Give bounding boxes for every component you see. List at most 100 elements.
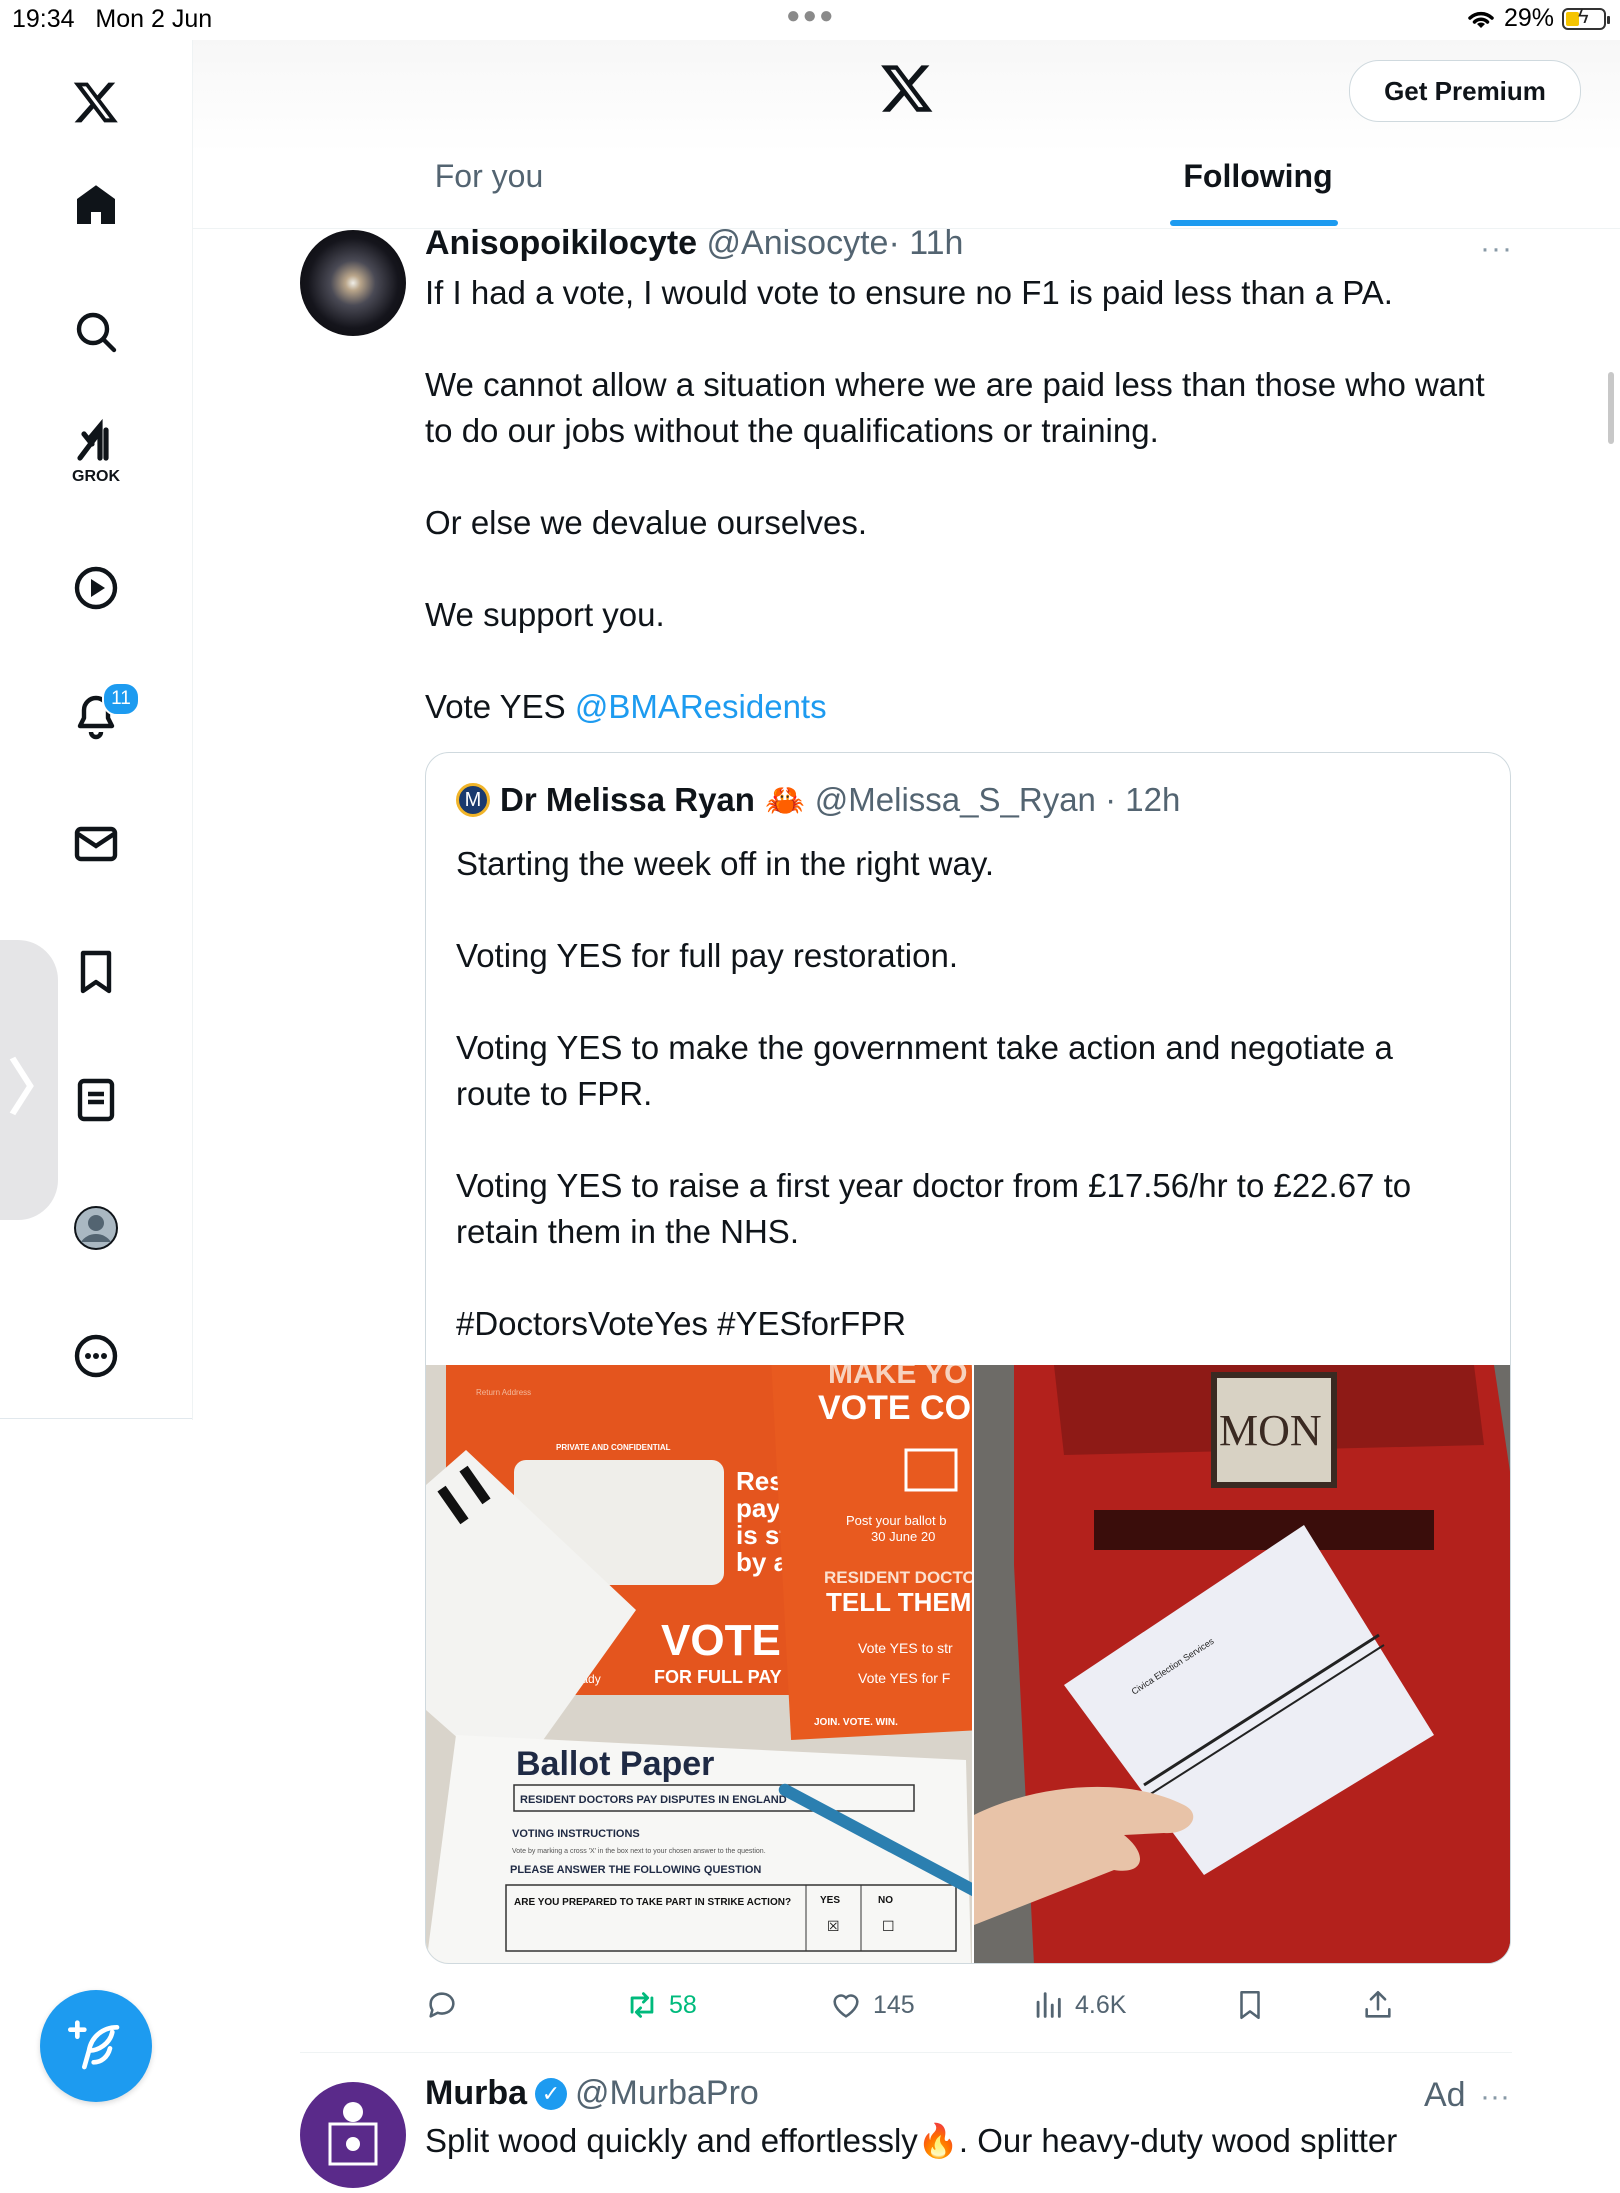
battery-percent: 29% [1503,4,1554,32]
ballot-photo-illustration: Return Address PRIVATE AND CONFIDENTIAL … [426,1365,972,1963]
chevron-right-icon: 〉 [8,1055,68,1122]
quoted-author-handle[interactable]: @Melissa_S_Ryan [815,781,1096,818]
svg-text:ARE YOU PREPARED TO TAKE PART: ARE YOU PREPARED TO TAKE PART IN STRIKE … [514,1897,791,1908]
ballot-paper-title: Ballot Paper [516,1745,714,1783]
svg-text:Post your ballot b: Post your ballot b [846,1513,946,1528]
repost-count: 58 [669,1990,697,2019]
grok-label: GROK [72,468,120,485]
reply-button[interactable] [425,1980,459,2030]
heart-icon [833,1994,859,2018]
more-options-icon[interactable]: ··· [1480,232,1513,266]
tweet-actions: 58 145 4.6K [425,1980,1425,2030]
x-logo-icon[interactable] [56,62,136,142]
notes-icon[interactable] [56,1060,136,1140]
ad-author-handle[interactable]: @MurbaPro [575,2074,759,2113]
search-icon[interactable] [56,292,136,372]
active-tab-indicator [1170,220,1338,226]
svg-text:☒: ☒ [827,1918,840,1934]
svg-text:NO: NO [878,1895,893,1906]
avatar[interactable] [300,230,406,336]
more-icon[interactable] [56,1316,136,1396]
tweet-paragraph: We cannot allow a situation where we are… [425,366,1485,449]
tweet-paragraph: Vote YES @BMAResidents [425,688,827,725]
like-button[interactable]: 145 [829,1980,915,2030]
tab-following[interactable]: Following [1153,158,1363,195]
verified-badge-icon: ✓ [535,2077,567,2110]
tweet-paragraph: Or else we devalue ourselves. [425,504,868,541]
svg-text:by a: by a [736,1547,789,1577]
compose-post-button[interactable] [40,1990,152,2102]
views-count: 4.6K [1075,1990,1127,2019]
notifications-badge: 11 [102,682,140,716]
compose-feather-icon [68,2020,120,2070]
mention-link[interactable]: @BMAResidents [575,688,827,725]
share-icon [1365,1990,1391,2018]
profile-icon[interactable] [56,1188,136,1268]
get-premium-button[interactable]: Get Premium [1349,60,1581,122]
quoted-avatar[interactable]: M [456,783,490,817]
tweet-paragraph: If I had a vote, I would vote to ensure … [425,274,1393,311]
svg-text:YES: YES [820,1895,840,1906]
x-logo-icon[interactable] [879,60,935,116]
quoted-tweet-header: M Dr Melissa Ryan 🦀 @Melissa_S_Ryan · 12… [456,781,1180,819]
postbox-photo[interactable]: MON Civica Election Services [974,1365,1510,1963]
mail-icon[interactable] [56,804,136,884]
quoted-paragraph: Starting the week off in the right way. [456,845,995,882]
bookmark-button[interactable] [1233,1980,1267,2030]
battery-icon: ϟ [1562,6,1610,30]
views-chart-icon [1036,1992,1061,2018]
tweet-header: Anisopoikilocyte @Anisocyte· 11h [425,224,963,263]
svg-text:VOTING INSTRUCTIONS: VOTING INSTRUCTIONS [512,1828,640,1840]
bell-icon[interactable]: 11 [56,676,140,756]
postbox-photo-illustration: MON Civica Election Services [974,1365,1510,1963]
bookmark-icon [1240,1990,1260,2020]
tweet-divider [300,2052,1512,2053]
svg-text:TELL THEM: TELL THEM [826,1587,971,1617]
timeline-header: Get Premium For you Following [193,40,1620,229]
svg-text:JOIN. VOTE. WIN.: JOIN. VOTE. WIN. [814,1717,898,1728]
svg-text:Vote by marking a cross 'X' in: Vote by marking a cross 'X' in the box n… [512,1848,766,1855]
quoted-paragraph: Voting YES for full pay restoration. [456,937,959,974]
ad-tweet-text: Split wood quickly and effortlessly🔥. Ou… [425,2122,1398,2159]
repost-icon [630,1992,654,2018]
svg-text:RESIDENT DOCTORS PAY DISPUTES: RESIDENT DOCTORS PAY DISPUTES IN ENGLAND [520,1794,787,1806]
status-right: 29% ϟ [1466,4,1610,33]
more-options-icon[interactable]: ··· [1480,2080,1510,2114]
sidebar-divider [0,1418,192,1419]
quoted-tweet-time[interactable]: · 12h [1105,781,1180,818]
grok-icon[interactable]: GROK [56,412,136,492]
drawer-handle[interactable]: 〉 [0,940,68,1220]
quoted-author-name[interactable]: Dr Melissa Ryan [500,781,755,819]
views-button[interactable]: 4.6K [1031,1980,1126,2030]
ad-avatar[interactable] [300,2082,406,2188]
ballot-photo[interactable]: Return Address PRIVATE AND CONFIDENTIAL … [426,1365,972,1963]
svg-text:PLEASE ANSWER THE FOLLOWING QU: PLEASE ANSWER THE FOLLOWING QUESTION [510,1864,761,1876]
like-count: 145 [873,1990,915,2019]
quoted-paragraph: Voting YES to make the government take a… [456,1029,1393,1112]
svg-text:MAKE YO: MAKE YO [828,1365,967,1390]
tweet-paragraph: We support you. [425,596,665,633]
reply-icon [429,1992,455,2018]
tweet-text: If I had a vote, I would vote to ensure … [425,270,1485,730]
multitasking-dots[interactable]: ●●● [786,2,836,30]
ad-author-name[interactable]: Murba [425,2074,527,2113]
status-time: 19:34 Mon 2 Jun [12,5,213,33]
author-name[interactable]: Anisopoikilocyte [425,224,697,262]
svg-text:30 June 20: 30 June 20 [871,1529,935,1544]
murba-logo-icon [328,2102,378,2166]
quoted-tweet[interactable]: M Dr Melissa Ryan 🦀 @Melissa_S_Ryan · 12… [425,752,1511,1964]
tab-for-you[interactable]: For you [389,158,589,195]
bookmark-icon[interactable] [56,932,136,1012]
home-icon[interactable] [56,164,136,244]
svg-text:Vote YES for F: Vote YES for F [858,1670,950,1686]
tweet-time[interactable]: · 11h [888,224,963,262]
video-icon[interactable] [56,548,136,628]
return-address: Return Address [476,1388,531,1397]
wifi-icon [1468,11,1494,28]
svg-text:FOR FULL PAY: FOR FULL PAY [654,1667,782,1687]
author-handle[interactable]: @Anisocyte [707,224,889,262]
share-button[interactable] [1361,1980,1395,2030]
quoted-paragraph: Voting YES to raise a first year doctor … [456,1167,1412,1250]
repost-button[interactable]: 58 [625,1980,697,2030]
scrollbar[interactable] [1608,372,1614,444]
